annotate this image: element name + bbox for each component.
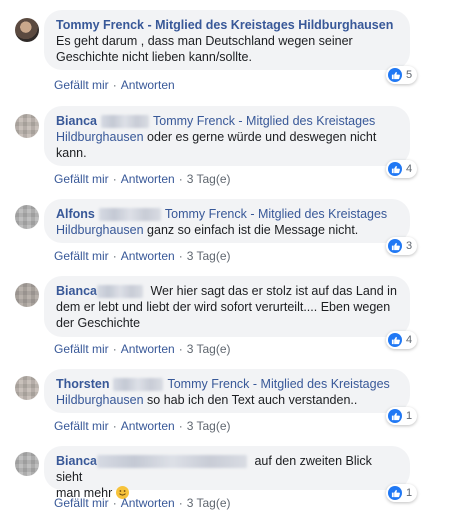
reply-link[interactable]: Antworten xyxy=(121,496,175,510)
like-thumb-icon xyxy=(388,409,402,423)
timestamp[interactable]: 3 Tag(e) xyxy=(187,419,231,433)
tagged-user[interactable]: Tommy Frenck - Mitglied des Kreistages xyxy=(167,377,389,391)
tagged-user-cont[interactable]: Hildburghausen xyxy=(56,223,144,237)
tagged-user-cont[interactable]: Hildburghausen xyxy=(56,393,144,407)
like-link[interactable]: Gefällt mir xyxy=(54,172,109,186)
redacted-name xyxy=(97,455,247,469)
comment-author[interactable]: Bianca xyxy=(56,284,97,298)
like-thumb-icon xyxy=(388,486,402,500)
like-link[interactable]: Gefällt mir xyxy=(54,78,109,92)
tagged-user[interactable]: Tommy Frenck - Mitglied des Kreistages xyxy=(165,207,387,221)
like-link[interactable]: Gefällt mir xyxy=(54,419,109,433)
comment-bubble: Alfons Tommy Frenck - Mitglied des Kreist… xyxy=(44,199,410,243)
like-thumb-icon xyxy=(388,68,402,82)
avatar[interactable] xyxy=(15,452,39,476)
comment-text: ganz so einfach ist die Message nicht. xyxy=(143,223,359,237)
avatar[interactable] xyxy=(15,18,39,42)
timestamp[interactable]: 3 Tag(e) xyxy=(187,342,231,356)
comment-actions: Gefällt mir · Antworten · 3 Tag(e) xyxy=(54,419,231,433)
reaction-count[interactable]: 1 xyxy=(386,407,418,425)
comment-text: Wer hier sagt das er stolz ist auf das L… xyxy=(147,284,397,298)
comment-author[interactable]: Alfons xyxy=(56,207,95,221)
reaction-count[interactable]: 4 xyxy=(386,331,418,349)
comment-bubble: Bianca auf den zweiten Blick sieht man m… xyxy=(44,446,410,500)
timestamp[interactable]: 3 Tag(e) xyxy=(187,172,231,186)
like-thumb-icon xyxy=(388,162,402,176)
comment-bubble: Bianca Wer hier sagt das er stolz ist au… xyxy=(44,276,410,337)
reaction-count[interactable]: 3 xyxy=(386,237,418,255)
avatar[interactable] xyxy=(15,114,39,138)
comment-author[interactable]: Thorsten xyxy=(56,377,109,391)
comment-actions: Gefällt mir · Antworten · 3 Tag(e) xyxy=(54,342,231,356)
reaction-number: 5 xyxy=(406,69,413,81)
reaction-number: 1 xyxy=(406,487,413,499)
reaction-count[interactable]: 4 xyxy=(386,160,418,178)
comment-actions: Gefällt mir · Antworten · 3 Tag(e) xyxy=(54,496,231,510)
reply-link[interactable]: Antworten xyxy=(121,78,175,92)
reaction-number: 4 xyxy=(406,334,413,346)
reaction-count[interactable]: 5 xyxy=(386,66,418,84)
timestamp[interactable]: 3 Tag(e) xyxy=(187,496,231,510)
reply-link[interactable]: Antworten xyxy=(121,419,175,433)
reaction-number: 4 xyxy=(406,163,413,175)
comment-bubble: Bianca Tommy Frenck - Mitglied des Kreist… xyxy=(44,106,410,166)
comment-text-cont: dem er lebt und liebt der wird sofort ve… xyxy=(56,300,391,314)
comment-actions: Gefällt mir · Antworten xyxy=(54,78,175,92)
reply-link[interactable]: Antworten xyxy=(121,172,175,186)
comment-actions: Gefällt mir · Antworten · 3 Tag(e) xyxy=(54,249,231,263)
comment-bubble: Thorsten Tommy Frenck - Mitglied des Krei… xyxy=(44,369,410,413)
reaction-number: 1 xyxy=(406,410,413,422)
redacted-name xyxy=(98,208,161,222)
reply-link[interactable]: Antworten xyxy=(121,249,175,263)
tagged-user-cont[interactable]: Hildburghausen xyxy=(56,130,144,144)
like-thumb-icon xyxy=(388,333,402,347)
redacted-name xyxy=(101,115,149,129)
redacted-name xyxy=(97,285,143,299)
avatar[interactable] xyxy=(15,205,39,229)
like-link[interactable]: Gefällt mir xyxy=(54,342,109,356)
comment-text: Es geht darum , dass man Deutschland weg… xyxy=(56,34,353,64)
timestamp[interactable]: 3 Tag(e) xyxy=(187,249,231,263)
comment-author[interactable]: Bianca xyxy=(56,454,97,468)
avatar[interactable] xyxy=(15,283,39,307)
comment-bubble: Tommy Frenck - Mitglied des Kreistages H… xyxy=(44,10,410,70)
reaction-number: 3 xyxy=(406,240,413,252)
comment-text: so hab ich den Text auch verstanden.. xyxy=(143,393,358,407)
comment-text-cont: der Geschichte xyxy=(56,316,141,330)
reaction-count[interactable]: 1 xyxy=(386,484,418,502)
reply-link[interactable]: Antworten xyxy=(121,342,175,356)
tagged-user[interactable]: Tommy Frenck - Mitglied des Kreistages xyxy=(153,114,375,128)
avatar[interactable] xyxy=(15,376,39,400)
like-link[interactable]: Gefällt mir xyxy=(54,496,109,510)
comment-author[interactable]: Bianca xyxy=(56,114,97,128)
like-link[interactable]: Gefällt mir xyxy=(54,249,109,263)
comment-author[interactable]: Tommy Frenck - Mitglied des Kreistages H… xyxy=(56,18,393,32)
comment-actions: Gefällt mir · Antworten · 3 Tag(e) xyxy=(54,172,231,186)
redacted-name xyxy=(113,378,164,392)
like-thumb-icon xyxy=(388,239,402,253)
